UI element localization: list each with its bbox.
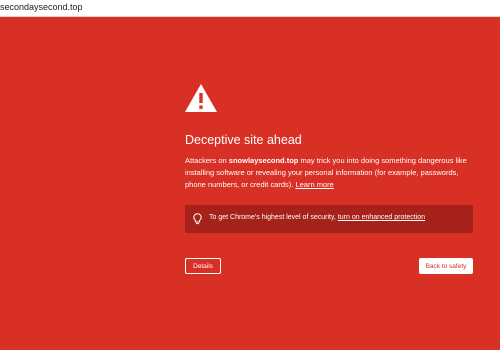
url-text: secondaysecond.top [0, 2, 83, 12]
interstitial-page: Deceptive site ahead Attackers on snowla… [0, 17, 500, 350]
details-button[interactable]: Details [185, 258, 221, 274]
warning-triangle-icon [185, 84, 217, 112]
learn-more-link[interactable]: Learn more [295, 180, 333, 189]
enhanced-protection-link[interactable]: turn on enhanced protection [338, 214, 425, 221]
site-name: snowlaysecond.top [228, 156, 299, 165]
address-bar[interactable]: secondaysecond.top [0, 0, 500, 17]
page-title: Deceptive site ahead [185, 133, 302, 147]
back-to-safety-button[interactable]: Back to safety [419, 258, 473, 274]
enhanced-protection-box: To get Chrome's highest level of securit… [185, 205, 473, 233]
lightbulb-icon [193, 213, 202, 225]
warning-description: Attackers on snowlaysecond.top may trick… [185, 155, 475, 191]
desc-prefix: Attackers on [185, 156, 229, 165]
enhanced-protection-text: To get Chrome's highest level of securit… [209, 214, 425, 221]
enhanced-protection-label: To get Chrome's highest level of securit… [209, 214, 338, 221]
